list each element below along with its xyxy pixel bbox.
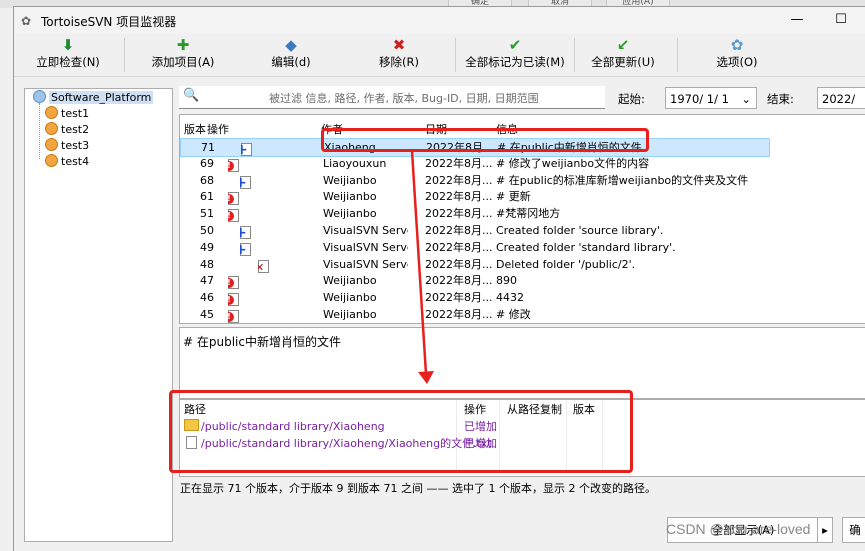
watermark: CSDN @You-are-loved xyxy=(666,521,811,537)
annotation-arrow xyxy=(410,150,434,384)
